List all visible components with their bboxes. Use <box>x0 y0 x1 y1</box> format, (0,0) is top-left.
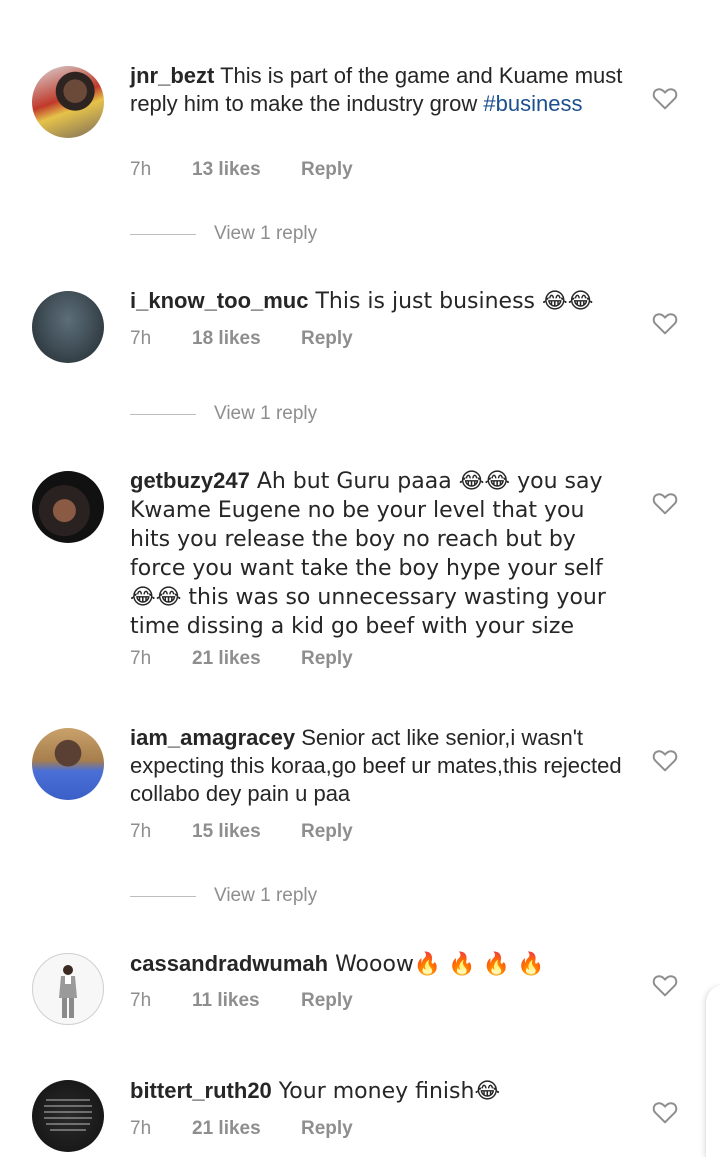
comment-time: 7h <box>130 990 152 1011</box>
comment-meta: 7h 15 likes Reply <box>130 820 430 844</box>
reply-button[interactable]: Reply <box>301 989 353 1013</box>
comment-username[interactable]: bittert_ruth20 <box>130 1078 272 1103</box>
comment-text: jnr_bezt This is part of the game and Ku… <box>130 62 630 118</box>
comment-username[interactable]: getbuzy247 <box>130 468 250 493</box>
comment-body: Ah but Guru paaa 😂😂 you say Kwame Eugene… <box>130 469 606 639</box>
view-replies[interactable]: View 1 reply <box>130 884 390 908</box>
heart-icon[interactable] <box>652 491 678 515</box>
heart-icon[interactable] <box>652 1100 678 1124</box>
comment-meta: 7h 18 likes Reply <box>130 327 430 351</box>
comment-time: 7h <box>130 328 152 349</box>
comment-username[interactable]: cassandradwumah <box>130 951 328 976</box>
comment-meta: 7h 21 likes Reply <box>130 647 430 671</box>
avatar[interactable] <box>32 953 104 1025</box>
likes-count[interactable]: 21 likes <box>192 1117 261 1141</box>
reply-button[interactable]: Reply <box>301 647 353 671</box>
comment-text: cassandradwumah Wooow🔥 🔥 🔥 🔥 <box>130 950 630 979</box>
likes-count[interactable]: 21 likes <box>192 647 261 671</box>
comment-meta: 7h 13 likes Reply <box>130 158 430 182</box>
view-replies[interactable]: View 1 reply <box>130 222 390 246</box>
reply-button[interactable]: Reply <box>301 327 353 351</box>
comment-meta: 7h 11 likes Reply <box>130 989 430 1013</box>
comment-body: Your money finish😂 <box>271 1079 501 1104</box>
avatar-quote-image-icon <box>44 1099 92 1131</box>
reply-button[interactable]: Reply <box>301 1117 353 1141</box>
avatar[interactable] <box>32 291 104 363</box>
overlay-sheet-edge <box>705 985 720 1157</box>
comment-time: 7h <box>130 821 152 842</box>
divider-line <box>130 234 196 235</box>
comment-username[interactable]: iam_amagracey <box>130 725 295 750</box>
likes-count[interactable]: 15 likes <box>192 820 261 844</box>
avatar[interactable] <box>32 471 104 543</box>
view-replies-label[interactable]: View 1 reply <box>214 402 317 426</box>
likes-count[interactable]: 13 likes <box>192 158 261 182</box>
heart-icon[interactable] <box>652 311 678 335</box>
reply-button[interactable]: Reply <box>301 820 353 844</box>
reply-button[interactable]: Reply <box>301 158 353 182</box>
heart-icon[interactable] <box>652 86 678 110</box>
heart-icon[interactable] <box>652 973 678 997</box>
comment-body: Wooow🔥 🔥 🔥 🔥 <box>328 952 545 977</box>
hashtag-link[interactable]: #business <box>483 91 582 116</box>
comment-username[interactable]: i_know_too_muc <box>130 288 308 313</box>
divider-line <box>130 896 196 897</box>
view-replies-label[interactable]: View 1 reply <box>214 222 317 246</box>
avatar-figure-icon <box>59 965 77 1018</box>
comment-text: iam_amagracey Senior act like senior,i w… <box>130 724 630 808</box>
comment-text: bittert_ruth20 Your money finish😂 <box>130 1077 630 1106</box>
likes-count[interactable]: 11 likes <box>192 989 260 1013</box>
comment-username[interactable]: jnr_bezt <box>130 63 214 88</box>
comment-text: getbuzy247 Ah but Guru paaa 😂😂 you say K… <box>130 467 630 641</box>
divider-line <box>130 414 196 415</box>
heart-icon[interactable] <box>652 748 678 772</box>
avatar[interactable] <box>32 66 104 138</box>
comment-time: 7h <box>130 159 152 180</box>
comment-time: 7h <box>130 648 152 669</box>
comment-time: 7h <box>130 1118 152 1139</box>
likes-count[interactable]: 18 likes <box>192 327 261 351</box>
avatar[interactable] <box>32 728 104 800</box>
comment-body: This is just business 😂😂 <box>308 289 594 314</box>
avatar[interactable] <box>32 1080 104 1152</box>
view-replies[interactable]: View 1 reply <box>130 402 390 426</box>
view-replies-label[interactable]: View 1 reply <box>214 884 317 908</box>
comment-meta: 7h 21 likes Reply <box>130 1117 430 1141</box>
comment-text: i_know_too_muc This is just business 😂😂 <box>130 287 630 316</box>
